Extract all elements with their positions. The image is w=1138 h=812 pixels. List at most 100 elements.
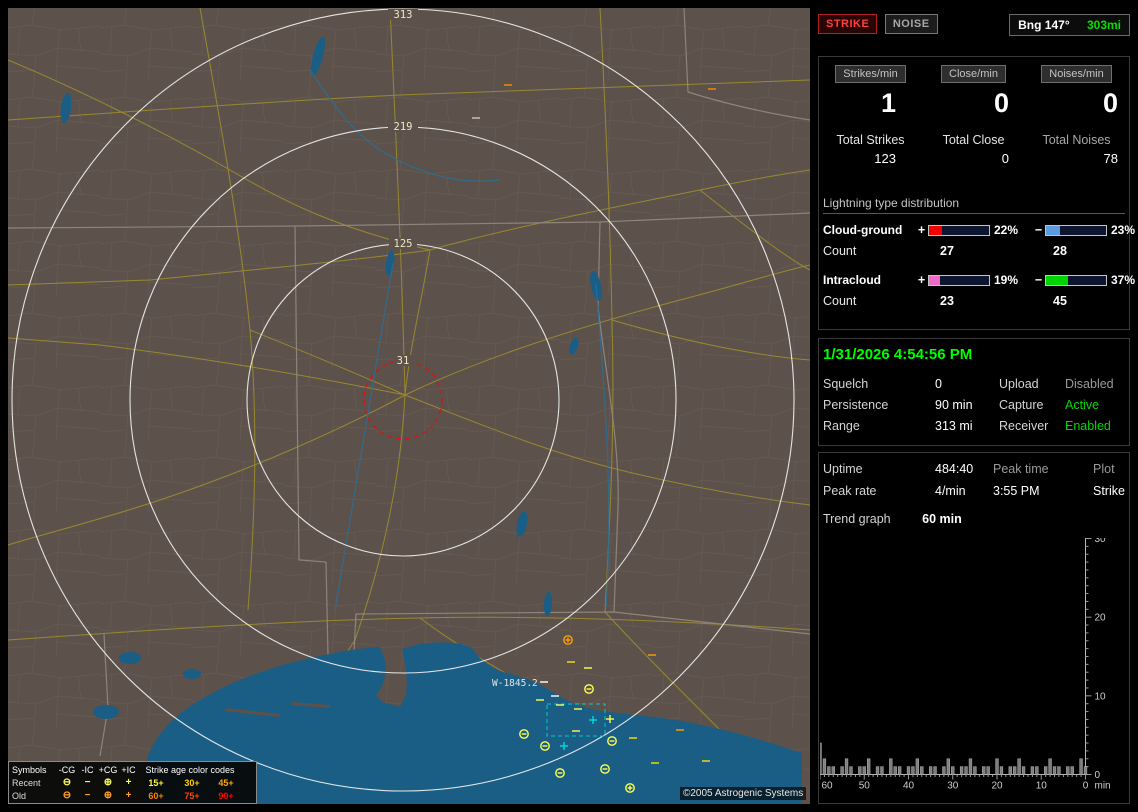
close-per-min-label: Close/min: [941, 65, 1006, 83]
upload-label: Upload: [999, 377, 1065, 391]
copyright-text: ©2005 Astrogenic Systems: [680, 787, 806, 800]
pos-ic-recent-icon: +: [119, 778, 138, 788]
neg-cg-old-icon: ⊖: [56, 791, 78, 801]
peak-rate-label: Peak rate: [823, 484, 935, 498]
svg-text:0: 0: [1095, 770, 1101, 781]
distribution-row-cloud-ground: Cloud-ground + 22% − 23%: [823, 223, 1129, 237]
trend-graph-label: Trend graph: [823, 512, 891, 526]
cg-negative-bar: [1045, 225, 1107, 236]
ic-negative-bar: [1045, 275, 1107, 286]
trend-section: Uptime 484:40 Peak time Plot Peak rate 4…: [818, 452, 1130, 804]
age-code-60: 60+: [138, 791, 174, 801]
svg-text:0: 0: [1083, 781, 1089, 792]
cg-count-row: Count 27 28: [823, 244, 1129, 258]
age-code-45: 45+: [210, 778, 242, 788]
legend-age-title: Strike age color codes: [138, 765, 242, 775]
total-close-label: Total Close: [922, 133, 1025, 147]
capture-label: Capture: [999, 398, 1065, 412]
svg-text:10: 10: [1036, 781, 1048, 792]
age-code-15: 15+: [138, 778, 174, 788]
svg-text:min: min: [1095, 781, 1111, 792]
ring-label-219: 219: [394, 121, 413, 133]
persistence-value: 90 min: [935, 398, 999, 412]
ic-positive-bar: [928, 275, 990, 286]
total-noises-value: 78: [1025, 151, 1128, 166]
legend-neg-cg-header: -CG: [56, 765, 78, 775]
pos-ic-old-icon: +: [119, 791, 138, 801]
legend-old-label: Old: [12, 791, 56, 801]
legend-neg-ic-header: -IC: [78, 765, 97, 775]
statistics-section: Strikes/min Close/min Noises/min 1 0 0 T…: [818, 56, 1130, 330]
cg-positive-percent: 22%: [990, 223, 1032, 237]
rate-values-row: 1 0 0: [819, 87, 1129, 119]
pos-cg-recent-icon: ⊕: [97, 778, 119, 788]
peak-time-value: 3:55 PM: [993, 484, 1093, 498]
cg-positive-bar: [928, 225, 990, 236]
plot-label: Plot: [1093, 462, 1129, 476]
receiver-status: Enabled: [1065, 419, 1129, 433]
neg-ic-recent-icon: −: [78, 778, 97, 788]
total-labels-row: Total Strikes Total Close Total Noises: [819, 133, 1129, 147]
trend-window-value: 60 min: [922, 512, 962, 526]
panel-topbar: STRIKE NOISE Bng 147° 303mi: [818, 14, 1130, 38]
strikes-per-min-label: Strikes/min: [835, 65, 905, 83]
cloud-ground-label: Cloud-ground: [823, 223, 915, 237]
range-value: 313 mi: [935, 419, 999, 433]
legend-pos-cg-header: +CG: [97, 765, 119, 775]
bearing-value: Bng 147°: [1018, 18, 1069, 32]
legend-old-row: Old ⊖ − ⊕ + 60+ 75+ 90+: [12, 789, 256, 802]
session-grid: Uptime 484:40 Peak time Plot Peak rate 4…: [823, 462, 1129, 498]
nexstorm-window: 313 219 125 31 W-1845.2 Symbols -CG -IC …: [0, 0, 1138, 812]
ic-negative-percent: 37%: [1107, 273, 1131, 287]
map-legend: Symbols -CG -IC +CG +IC Strike age color…: [8, 761, 257, 804]
cg-negative-percent: 23%: [1107, 223, 1131, 237]
strike-indicator-button[interactable]: STRIKE: [818, 14, 877, 34]
datetime-display: 1/31/2026 4:54:56 PM: [823, 346, 1129, 363]
svg-text:10: 10: [1095, 691, 1107, 702]
ring-label-31: 31: [397, 355, 410, 367]
svg-text:30: 30: [947, 781, 959, 792]
noises-per-min-value: 0: [1025, 87, 1128, 119]
lightning-map[interactable]: 313 219 125 31 W-1845.2 Symbols -CG -IC …: [8, 8, 810, 804]
ic-count-row: Count 23 45: [823, 294, 1129, 308]
svg-text:60: 60: [821, 781, 833, 792]
persistence-label: Persistence: [823, 398, 935, 412]
count-label: Count: [823, 244, 915, 258]
control-panel: STRIKE NOISE Bng 147° 303mi Strikes/min …: [818, 8, 1130, 804]
distance-value: 303mi: [1087, 18, 1121, 32]
total-strikes-label: Total Strikes: [819, 133, 922, 147]
peak-time-label: Peak time: [993, 462, 1093, 476]
ic-negative-count: 45: [1045, 294, 1107, 308]
trend-graph: 01020306050403020100min: [820, 538, 1130, 794]
upload-status: Disabled: [1065, 377, 1129, 391]
status-grid: Squelch 0 Upload Disabled Persistence 90…: [823, 377, 1129, 433]
cg-negative-count: 28: [1045, 244, 1107, 258]
legend-pos-ic-header: +IC: [119, 765, 138, 775]
ring-label-125: 125: [394, 238, 413, 250]
ic-positive-percent: 19%: [990, 273, 1032, 287]
plus-sign: +: [915, 273, 928, 287]
plus-sign: +: [915, 223, 928, 237]
storm-cell-label: W-1845.2: [492, 678, 538, 689]
neg-cg-recent-icon: ⊖: [56, 778, 78, 788]
trend-graph-header: Trend graph 60 min: [823, 512, 1129, 526]
strikes-per-min-value: 1: [819, 87, 922, 119]
age-code-90: 90+: [210, 791, 242, 801]
neg-ic-old-icon: −: [78, 791, 97, 801]
legend-recent-label: Recent: [12, 778, 56, 788]
noise-indicator-button[interactable]: NOISE: [885, 14, 938, 34]
svg-text:30: 30: [1095, 538, 1107, 545]
status-section: 1/31/2026 4:54:56 PM Squelch 0 Upload Di…: [818, 338, 1130, 446]
age-code-75: 75+: [174, 791, 210, 801]
distribution-row-intracloud: Intracloud + 19% − 37%: [823, 273, 1129, 287]
range-label: Range: [823, 419, 935, 433]
receiver-label: Receiver: [999, 419, 1065, 433]
age-code-30: 30+: [174, 778, 210, 788]
plot-value: Strike: [1093, 484, 1129, 498]
legend-symbols-header: Symbols: [12, 765, 56, 775]
intracloud-label: Intracloud: [823, 273, 915, 287]
svg-text:20: 20: [1095, 613, 1107, 624]
svg-text:20: 20: [991, 781, 1003, 792]
legend-header-row: Symbols -CG -IC +CG +IC Strike age color…: [12, 763, 256, 776]
pos-cg-old-icon: ⊕: [97, 791, 119, 801]
